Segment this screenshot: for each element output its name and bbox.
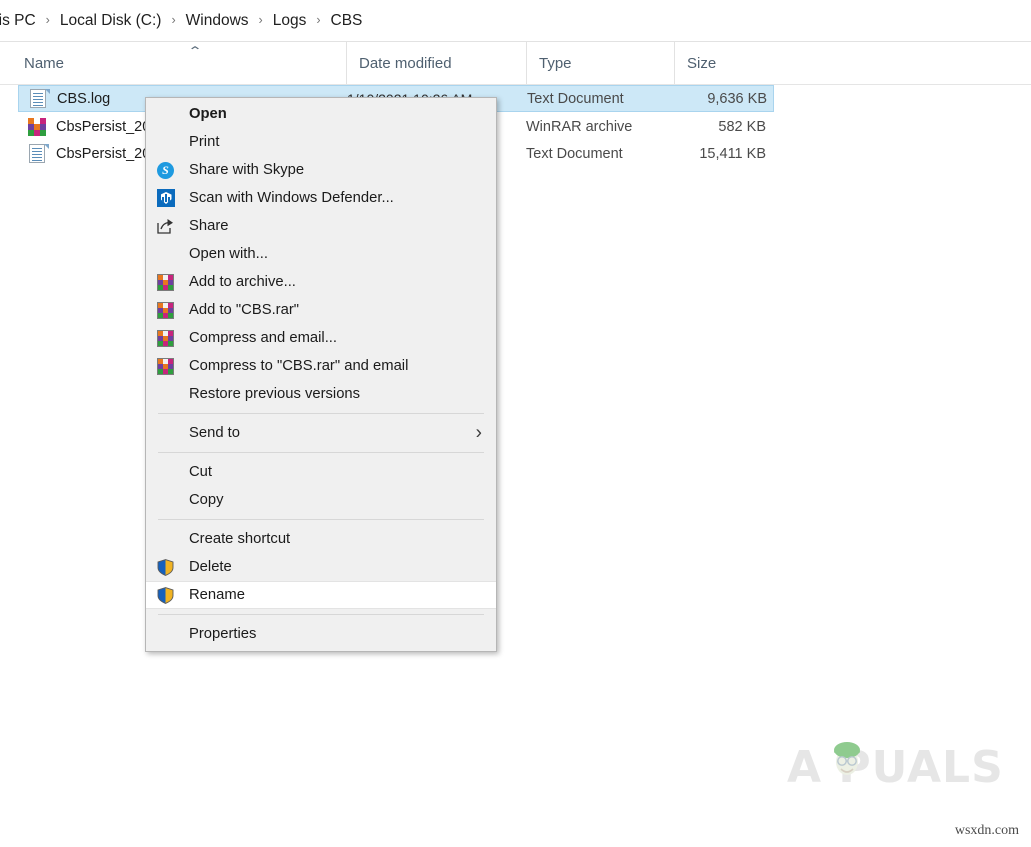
menu-item-label: Restore previous versions bbox=[189, 386, 361, 402]
file-size: 15,411 KB bbox=[699, 145, 766, 162]
breadcrumb-crumb-logs[interactable]: Logs bbox=[267, 10, 313, 32]
column-header-type[interactable]: Type bbox=[526, 42, 674, 84]
breadcrumb-separator-icon: › bbox=[45, 13, 50, 28]
context-menu[interactable]: Open Print S Share with Skype Scan with Wind… bbox=[145, 97, 497, 652]
winrar-icon bbox=[156, 356, 176, 376]
menu-item-print[interactable]: Print bbox=[146, 128, 496, 156]
windows-defender-icon bbox=[156, 188, 176, 208]
file-name: CBS.log bbox=[57, 90, 111, 107]
column-header-size-label: Size bbox=[687, 54, 717, 72]
menu-item-label: Compress to "CBS.rar" and email bbox=[189, 358, 409, 374]
column-header-row: Name ⌃ Date modified Type Size bbox=[0, 41, 1031, 85]
breadcrumb-separator-icon: › bbox=[316, 13, 321, 28]
breadcrumb-crumb-local-disk[interactable]: Local Disk (C:) bbox=[54, 10, 168, 32]
menu-item-label: Print bbox=[189, 134, 220, 150]
column-header-date-modified-label: Date modified bbox=[359, 54, 452, 72]
menu-item-cut[interactable]: Cut bbox=[146, 458, 496, 486]
menu-item-scan-with-windows-defender[interactable]: Scan with Windows Defender... bbox=[146, 184, 496, 212]
menu-item-share[interactable]: Share bbox=[146, 212, 496, 240]
appuals-watermark: A PUALS bbox=[787, 742, 1004, 793]
menu-item-label: Delete bbox=[189, 559, 232, 575]
no-icon bbox=[156, 529, 176, 549]
menu-separator bbox=[158, 452, 484, 453]
menu-item-label: Create shortcut bbox=[189, 531, 291, 547]
text-document-icon bbox=[28, 143, 49, 164]
no-icon bbox=[156, 104, 176, 124]
menu-item-label: Compress and email... bbox=[189, 330, 338, 346]
no-icon bbox=[156, 462, 176, 482]
menu-item-label: Open with... bbox=[189, 246, 268, 262]
menu-item-label: Rename bbox=[189, 587, 245, 603]
menu-item-restore-previous-versions[interactable]: Restore previous versions bbox=[146, 380, 496, 408]
winrar-icon bbox=[156, 300, 176, 320]
file-name: CbsPersist_202 bbox=[56, 118, 159, 135]
breadcrumb-crumb-this-pc[interactable]: his PC bbox=[0, 10, 42, 32]
breadcrumb-separator-icon: › bbox=[258, 13, 263, 28]
breadcrumb: his PC › Local Disk (C:) › Windows › Log… bbox=[0, 10, 368, 32]
menu-item-compress-and-email[interactable]: Compress and email... bbox=[146, 324, 496, 352]
sort-ascending-caret-icon: ⌃ bbox=[187, 44, 203, 58]
menu-item-label: Properties bbox=[189, 626, 257, 642]
breadcrumb-crumb-cbs[interactable]: CBS bbox=[325, 10, 369, 32]
no-icon bbox=[156, 423, 176, 443]
menu-item-properties[interactable]: Properties bbox=[146, 620, 496, 648]
uac-shield-icon bbox=[156, 585, 176, 605]
menu-item-share-with-skype[interactable]: S Share with Skype bbox=[146, 156, 496, 184]
menu-item-label: Add to archive... bbox=[189, 274, 296, 290]
menu-item-open[interactable]: Open bbox=[146, 100, 496, 128]
menu-item-label: Share bbox=[189, 218, 229, 234]
menu-item-compress-to-cbs-rar-and-email[interactable]: Compress to "CBS.rar" and email bbox=[146, 352, 496, 380]
menu-separator bbox=[158, 413, 484, 414]
menu-item-label: Add to "CBS.rar" bbox=[189, 302, 300, 318]
menu-item-label: Copy bbox=[189, 492, 224, 508]
column-header-name[interactable]: Name ⌃ bbox=[12, 42, 346, 84]
breadcrumb-separator-icon: › bbox=[171, 13, 176, 28]
menu-item-copy[interactable]: Copy bbox=[146, 486, 496, 514]
menu-item-label: Open bbox=[189, 106, 227, 122]
column-header-type-label: Type bbox=[539, 54, 572, 72]
menu-item-rename[interactable]: Rename bbox=[146, 581, 496, 609]
menu-item-label: Send to bbox=[189, 425, 241, 441]
uac-shield-icon bbox=[156, 557, 176, 577]
menu-item-add-to-cbs-rar[interactable]: Add to "CBS.rar" bbox=[146, 296, 496, 324]
menu-separator bbox=[158, 614, 484, 615]
file-size: 9,636 KB bbox=[707, 90, 767, 107]
file-size: 582 KB bbox=[718, 118, 766, 135]
column-header-size[interactable]: Size bbox=[674, 42, 774, 84]
column-header-date-modified[interactable]: Date modified bbox=[346, 42, 526, 84]
chevron-right-icon: › bbox=[475, 422, 482, 444]
no-icon bbox=[156, 244, 176, 264]
skype-icon: S bbox=[156, 160, 176, 180]
menu-item-send-to[interactable]: Send to › bbox=[146, 419, 496, 447]
winrar-icon bbox=[156, 272, 176, 292]
menu-item-label: Share with Skype bbox=[189, 162, 305, 178]
menu-item-delete[interactable]: Delete bbox=[146, 553, 496, 581]
menu-item-open-with[interactable]: Open with... bbox=[146, 240, 496, 268]
breadcrumb-crumb-windows[interactable]: Windows bbox=[180, 10, 255, 32]
winrar-archive-icon bbox=[28, 117, 46, 137]
share-icon bbox=[156, 216, 176, 236]
address-bar[interactable]: his PC › Local Disk (C:) › Windows › Log… bbox=[0, 0, 1031, 41]
no-icon bbox=[156, 132, 176, 152]
file-type: WinRAR archive bbox=[526, 118, 633, 135]
appuals-mascot-icon bbox=[834, 742, 860, 775]
no-icon bbox=[156, 490, 176, 510]
menu-item-label: Cut bbox=[189, 464, 213, 480]
file-type: Text Document bbox=[526, 145, 623, 162]
no-icon bbox=[156, 384, 176, 404]
menu-separator bbox=[158, 519, 484, 520]
file-type: Text Document bbox=[527, 90, 624, 107]
winrar-icon bbox=[156, 328, 176, 348]
file-name: CbsPersist_202 bbox=[56, 145, 159, 162]
column-header-name-label: Name bbox=[24, 54, 65, 72]
menu-item-label: Scan with Windows Defender... bbox=[189, 190, 394, 206]
menu-item-create-shortcut[interactable]: Create shortcut bbox=[146, 525, 496, 553]
text-document-icon bbox=[29, 88, 50, 109]
menu-item-add-to-archive[interactable]: Add to archive... bbox=[146, 268, 496, 296]
no-icon bbox=[156, 624, 176, 644]
site-watermark: wsxdn.com bbox=[954, 823, 1019, 838]
